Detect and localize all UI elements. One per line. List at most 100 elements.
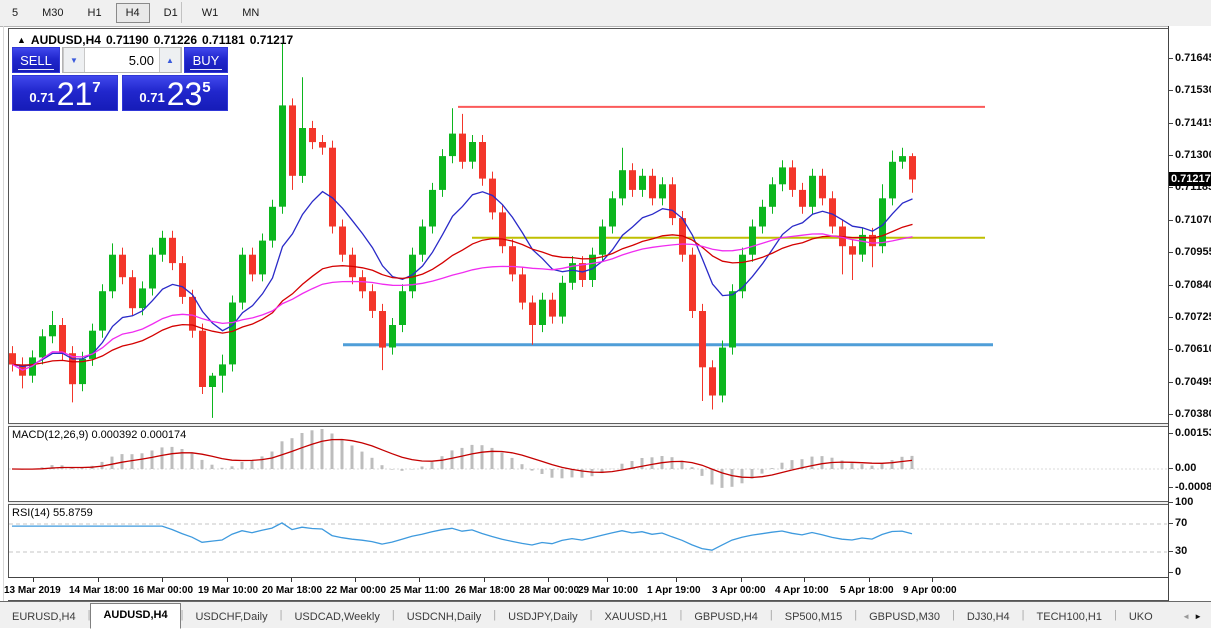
time-tick bbox=[804, 578, 805, 582]
timeframe-button-h4[interactable]: H4 bbox=[115, 2, 150, 23]
macd-splitter[interactable] bbox=[8, 423, 1168, 427]
time-axis[interactable]: 13 Mar 2019 14 Mar 18:00 16 Mar 00:00 19 Ma… bbox=[4, 577, 1168, 600]
axis-tick-label: 100 bbox=[1168, 496, 1194, 508]
axis-tick-label: 0.71530 bbox=[1169, 84, 1211, 96]
timeframe-button-mn[interactable]: MN bbox=[232, 3, 269, 23]
time-tick-label: 19 Mar 10:00 bbox=[198, 585, 259, 596]
open-value: 0.71190 bbox=[105, 33, 149, 47]
time-tick bbox=[291, 578, 292, 582]
time-tick-label: 5 Apr 18:00 bbox=[840, 585, 894, 596]
sell-price-display[interactable]: 0.71 21 7 bbox=[12, 75, 118, 111]
axis-tick-label: 30 bbox=[1168, 545, 1188, 557]
axis-tick-label: 0.70955 bbox=[1169, 246, 1211, 258]
axis-tick-label: 0.70840 bbox=[1169, 279, 1211, 291]
chart-tab-usdchf-daily[interactable]: USDCHF,Daily bbox=[183, 607, 279, 628]
timeframe-button-w1[interactable]: W1 bbox=[192, 3, 229, 23]
time-tick-label: 4 Apr 10:00 bbox=[775, 585, 829, 596]
axis-tick-label: 0.00 bbox=[1168, 462, 1197, 474]
buy-price-big: 23 bbox=[166, 76, 203, 112]
chart-tab-gbpusd-m30[interactable]: GBPUSD,M30 bbox=[857, 607, 952, 628]
axis-tick-label: 0 bbox=[1168, 566, 1182, 578]
buy-button[interactable]: BUY bbox=[184, 47, 228, 73]
buy-price-pip: 5 bbox=[202, 79, 211, 96]
chart-tab-xauusd-h1[interactable]: XAUUSD,H1 bbox=[592, 607, 679, 628]
buy-price-prefix: 0.71 bbox=[139, 90, 165, 105]
time-tick bbox=[869, 578, 870, 582]
time-tick bbox=[741, 578, 742, 582]
time-tick-label: 22 Mar 00:00 bbox=[326, 585, 387, 596]
time-tick bbox=[676, 578, 677, 582]
time-tick bbox=[932, 578, 933, 582]
time-tick bbox=[355, 578, 356, 582]
sell-button[interactable]: SELL bbox=[12, 47, 60, 73]
collapse-icon[interactable]: ▲ bbox=[17, 35, 26, 45]
tab-scroll-right-icon[interactable]: ► bbox=[1194, 612, 1206, 621]
buy-price-display[interactable]: 0.71 23 5 bbox=[122, 75, 228, 111]
timeframe-button-h1[interactable]: H1 bbox=[78, 3, 112, 23]
chart-tab-usdcnh-daily[interactable]: USDCNH,Daily bbox=[395, 607, 494, 628]
time-tick bbox=[227, 578, 228, 582]
volume-increase-button[interactable]: ▲ bbox=[159, 48, 181, 72]
time-tick bbox=[484, 578, 485, 582]
rsi-indicator-canvas[interactable] bbox=[8, 505, 1168, 577]
time-tick bbox=[98, 578, 99, 582]
rsi-label: RSI(14) 55.8759 bbox=[12, 507, 93, 519]
timeframe-button-d1[interactable]: D1 bbox=[154, 3, 188, 23]
time-tick bbox=[419, 578, 420, 582]
time-tick-label: 25 Mar 11:00 bbox=[390, 585, 450, 596]
axis-tick-label: 0.70495 bbox=[1169, 376, 1211, 388]
volume-input[interactable] bbox=[85, 48, 159, 72]
sell-price-pip: 7 bbox=[92, 79, 101, 96]
axis-tick-label: 0.71070 bbox=[1169, 214, 1211, 226]
timeframe-toolbar: 5 M30 H1 H4 D1 W1 MN bbox=[0, 0, 1211, 27]
time-tick-label: 16 Mar 00:00 bbox=[133, 585, 194, 596]
chart-tab-uko[interactable]: UKO bbox=[1117, 607, 1165, 628]
timeframe-button-5[interactable]: 5 bbox=[2, 3, 28, 23]
chart-tab-tech100-h1[interactable]: TECH100,H1 bbox=[1025, 607, 1114, 628]
chart-tab-audusd-h4[interactable]: AUDUSD,H4 bbox=[90, 603, 181, 629]
mt4-window: 5 M30 H1 H4 D1 W1 MN ▲ AUDUSD,H4 0.71190 0.71226 0… bbox=[0, 0, 1211, 629]
time-tick-label: 3 Apr 00:00 bbox=[712, 585, 766, 596]
axis-tick-label: 0.71645 bbox=[1169, 52, 1211, 64]
chart-tab-bar: EURUSD,H4 | AUDUSD,H4 | USDCHF,Daily | USDCAD,… bbox=[0, 601, 1211, 629]
tab-scroll-arrows: ◄► bbox=[1182, 612, 1206, 621]
price-axis[interactable]: 0.71217 0.71645 0.71530 0.71415 0.71300 0.71… bbox=[1168, 26, 1211, 601]
current-price-tag: 0.71217 bbox=[1169, 172, 1211, 187]
chart-ohlc-header: ▲ AUDUSD,H4 0.71190 0.71226 0.71181 0.71217 bbox=[17, 33, 298, 47]
chart-tab-eurusd-h4[interactable]: EURUSD,H4 bbox=[0, 607, 88, 628]
symbol-period-label: AUDUSD,H4 bbox=[30, 33, 101, 47]
axis-tick-label: 0.70725 bbox=[1169, 311, 1211, 323]
axis-tick-label: 0.71415 bbox=[1169, 117, 1211, 129]
axis-tick-label: 0.71300 bbox=[1169, 149, 1211, 161]
window-left-frame bbox=[3, 26, 4, 628]
time-tick bbox=[548, 578, 549, 582]
axis-tick-label: 0.70380 bbox=[1169, 408, 1211, 420]
time-tick bbox=[162, 578, 163, 582]
high-value: 0.71226 bbox=[153, 33, 198, 47]
volume-decrease-button[interactable]: ▼ bbox=[63, 48, 85, 72]
low-value: 0.71181 bbox=[202, 33, 245, 47]
time-tick-label: 28 Mar 00:00 bbox=[519, 585, 580, 596]
chart-tab-usdjpy-daily[interactable]: USDJPY,Daily bbox=[496, 607, 590, 628]
tab-scroll-left-icon[interactable]: ◄ bbox=[1182, 612, 1194, 621]
time-tick bbox=[607, 578, 608, 582]
timeframe-button-m30[interactable]: M30 bbox=[32, 3, 73, 23]
time-tick-label: 13 Mar 2019 bbox=[4, 585, 61, 596]
macd-label: MACD(12,26,9) 0.000392 0.000174 bbox=[12, 429, 187, 441]
time-tick-label: 26 Mar 18:00 bbox=[455, 585, 516, 596]
rsi-splitter[interactable] bbox=[8, 501, 1168, 505]
time-tick-label: 9 Apr 00:00 bbox=[903, 585, 957, 596]
chart-tab-usdcad-weekly[interactable]: USDCAD,Weekly bbox=[282, 607, 391, 628]
chart-tab-dj30-h4[interactable]: DJ30,H4 bbox=[955, 607, 1022, 628]
one-click-trading-panel: SELL ▼ ▲ BUY 0.71 21 7 0.71 23 5 bbox=[12, 47, 228, 111]
chart-tab-sp500-m15[interactable]: SP500,M15 bbox=[773, 607, 854, 628]
axis-tick-label: 0.001538 bbox=[1169, 427, 1211, 439]
chart-tab-gbpusd-h4[interactable]: GBPUSD,H4 bbox=[682, 607, 770, 628]
axis-tick-label: -0.000835 bbox=[1169, 481, 1211, 493]
axis-tick-label: 70 bbox=[1168, 517, 1188, 529]
time-tick-label: 14 Mar 18:00 bbox=[69, 585, 130, 596]
sell-price-prefix: 0.71 bbox=[29, 90, 55, 105]
sell-price-big: 21 bbox=[56, 76, 93, 112]
close-value: 0.71217 bbox=[249, 33, 294, 47]
time-tick-label: 29 Mar 10:00 bbox=[578, 585, 639, 596]
